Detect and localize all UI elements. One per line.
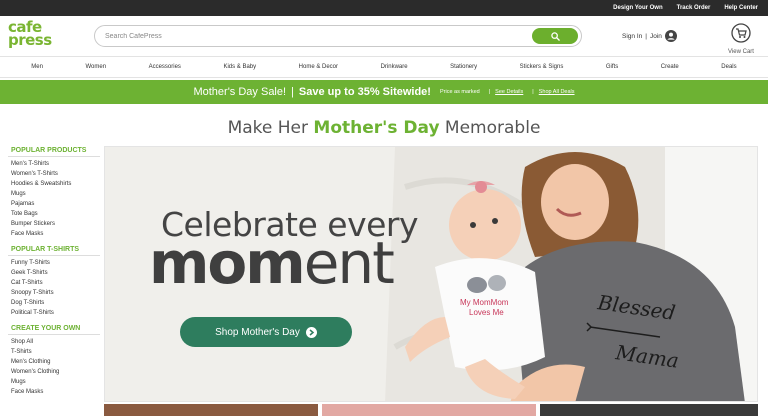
promo-sale-text: Mother's Day Sale! [193, 86, 287, 98]
nav-item-home-decor[interactable]: Home & Decor [299, 64, 338, 70]
sidebar-item-shop-all[interactable]: Shop All [8, 337, 100, 347]
promo-banner[interactable]: Mother's Day Sale! | Save up to 35% Site… [0, 80, 768, 104]
sidebar-item-womens-tshirts[interactable]: Women's T-Shirts [8, 169, 100, 179]
sidebar-item-bumper-stickers[interactable]: Bumper Stickers [8, 219, 100, 229]
headline-highlight: Mother's Day [313, 118, 440, 138]
sidebar-heading[interactable]: POPULAR PRODUCTS [8, 146, 100, 157]
sidebar-item-mugs[interactable]: Mugs [8, 189, 100, 199]
nav-item-deals[interactable]: Deals [721, 64, 736, 70]
top-utility-bar: Design Your Own Track Order Help Center [0, 0, 768, 16]
promo-separator-small: | [488, 89, 491, 95]
hero-title: moment [149, 229, 395, 297]
sidebar-heading[interactable]: POPULAR T-SHIRTS [8, 245, 100, 256]
sidebar-item-tshirts[interactable]: T-Shirts [8, 347, 100, 357]
user-icon[interactable] [664, 30, 677, 42]
view-cart-button[interactable]: View Cart [728, 23, 754, 55]
sidebar-item-geek-tshirts[interactable]: Geek T-Shirts [8, 268, 100, 278]
cafepress-logo[interactable]: cafe press [8, 20, 54, 49]
headline-post: Memorable [439, 118, 541, 138]
sidebar-item-womens-clothing[interactable]: Women's Clothing [8, 367, 100, 377]
sidebar-item-tote-bags[interactable]: Tote Bags [8, 209, 100, 219]
search-bar [94, 25, 582, 47]
nav-item-gifts[interactable]: Gifts [606, 64, 618, 70]
join-link[interactable]: Join [650, 33, 662, 40]
cart-label: View Cart [728, 49, 754, 55]
promo-tile-1[interactable] [104, 404, 318, 416]
promo-separator: | [291, 86, 294, 98]
hero-banner[interactable]: Blessed Mama My MomMom Loves Me Celebrat… [104, 146, 758, 402]
sidebar-group-create-your-own: CREATE YOUR OWN Shop All T-Shirts Men's … [8, 324, 100, 397]
logo-line-2: press [8, 31, 52, 49]
nav-item-stationery[interactable]: Stationery [450, 64, 477, 70]
promo-separator-small-2: | [532, 89, 534, 95]
headline-pre: Make Her [227, 118, 314, 138]
promo-tile-2[interactable] [322, 404, 536, 416]
sidebar-heading[interactable]: CREATE YOUR OWN [8, 324, 100, 335]
nav-item-drinkware[interactable]: Drinkware [381, 64, 408, 70]
promo-price-note: Price as marked [439, 89, 480, 95]
nav-item-women[interactable]: Women [85, 64, 106, 70]
design-your-own-link[interactable]: Design Your Own [613, 5, 662, 11]
page-headline: Make Her Mother's Day Memorable [0, 118, 768, 138]
nav-item-stickers-signs[interactable]: Stickers & Signs [520, 64, 564, 70]
nav-item-accessories[interactable]: Accessories [149, 64, 181, 70]
search-input[interactable] [105, 30, 525, 42]
hero-title-bold: mom [149, 229, 306, 297]
sidebar-item-snoopy-tshirts[interactable]: Snoopy T-Shirts [8, 288, 100, 298]
site-header: cafe press Sign In | Join View Cart [0, 16, 768, 56]
sidebar-group-popular-tshirts: POPULAR T-SHIRTS Funny T-Shirts Geek T-S… [8, 245, 100, 318]
nav-item-men[interactable]: Men [31, 64, 43, 70]
track-order-link[interactable]: Track Order [677, 5, 711, 11]
sidebar-item-mens-clothing[interactable]: Men's Clothing [8, 357, 100, 367]
sidebar-item-face-masks[interactable]: Face Masks [8, 229, 100, 239]
hero-button-label: Shop Mother's Day [215, 326, 300, 338]
nav-item-create[interactable]: Create [661, 64, 679, 70]
sidebar-item-funny-tshirts[interactable]: Funny T-Shirts [8, 258, 100, 268]
promo-offer-text: Save up to 35% Sitewide! [298, 86, 431, 98]
nav-item-kids-baby[interactable]: Kids & Baby [223, 64, 256, 70]
sidebar-item-mugs-create[interactable]: Mugs [8, 377, 100, 387]
shop-mothers-day-button[interactable]: Shop Mother's Day [180, 317, 352, 347]
account-divider: | [645, 32, 647, 40]
see-details-link[interactable]: See Details [495, 89, 523, 95]
help-center-link[interactable]: Help Center [724, 5, 758, 11]
sidebar-item-political-tshirts[interactable]: Political T-Shirts [8, 308, 100, 318]
promo-tile-3[interactable] [540, 404, 758, 416]
baby-shirt-text-2: Loves Me [469, 308, 504, 317]
hero-title-rest: ent [303, 229, 395, 297]
search-button[interactable] [532, 28, 578, 44]
main-nav: Men Women Accessories Kids & Baby Home &… [0, 56, 768, 78]
utility-links: Design Your Own Track Order Help Center [613, 0, 758, 16]
category-sidebar: POPULAR PRODUCTS Men's T-Shirts Women's … [8, 146, 100, 403]
sidebar-item-hoodies[interactable]: Hoodies & Sweatshirts [8, 179, 100, 189]
baby-shirt-text-1: My MomMom [460, 298, 509, 307]
sidebar-item-face-masks-create[interactable]: Face Masks [8, 387, 100, 397]
sidebar-group-popular-products: POPULAR PRODUCTS Men's T-Shirts Women's … [8, 146, 100, 239]
sidebar-item-dog-tshirts[interactable]: Dog T-Shirts [8, 298, 100, 308]
sign-in-link[interactable]: Sign In [622, 33, 642, 40]
sidebar-item-mens-tshirts[interactable]: Men's T-Shirts [8, 159, 100, 169]
shop-all-deals-link[interactable]: Shop All Deals [539, 89, 575, 95]
sidebar-item-pajamas[interactable]: Pajamas [8, 199, 100, 209]
cart-icon [731, 23, 751, 43]
search-icon [550, 31, 560, 41]
sidebar-item-cat-tshirts[interactable]: Cat T-Shirts [8, 278, 100, 288]
account-links: Sign In | Join [622, 30, 677, 42]
chevron-right-icon [305, 326, 317, 338]
